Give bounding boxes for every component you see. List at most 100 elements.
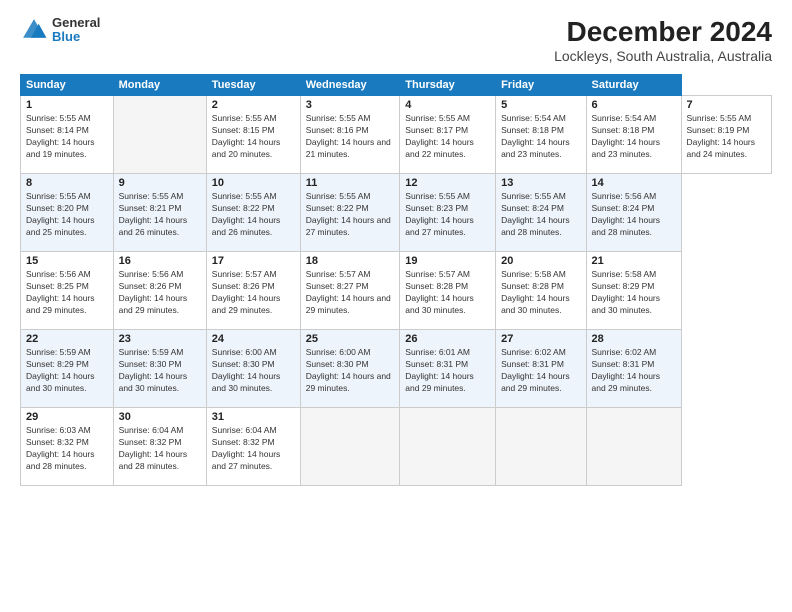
table-row: 6 Sunrise: 5:54 AM Sunset: 8:18 PM Dayli…: [586, 96, 681, 174]
day-info: Sunrise: 5:55 AM Sunset: 8:23 PM Dayligh…: [405, 191, 490, 239]
day-number: 18: [306, 255, 395, 267]
day-number: 12: [405, 177, 490, 189]
table-row: 16 Sunrise: 5:56 AM Sunset: 8:26 PM Dayl…: [113, 252, 206, 330]
table-row: 10 Sunrise: 5:55 AM Sunset: 8:22 PM Dayl…: [206, 174, 300, 252]
logo-general: General: [52, 16, 100, 30]
logo: General Blue: [20, 16, 100, 45]
day-number: 13: [501, 177, 580, 189]
day-number: 10: [212, 177, 295, 189]
table-row: 5 Sunrise: 5:54 AM Sunset: 8:18 PM Dayli…: [496, 96, 586, 174]
day-info: Sunrise: 5:55 AM Sunset: 8:22 PM Dayligh…: [212, 191, 295, 239]
day-number: 19: [405, 255, 490, 267]
day-number: 16: [119, 255, 201, 267]
day-info: Sunrise: 6:04 AM Sunset: 8:32 PM Dayligh…: [212, 425, 295, 473]
calendar-week-row: 29 Sunrise: 6:03 AM Sunset: 8:32 PM Dayl…: [21, 408, 772, 486]
day-info: Sunrise: 5:54 AM Sunset: 8:18 PM Dayligh…: [592, 113, 676, 161]
main-title: December 2024: [554, 16, 772, 48]
title-block: December 2024 Lockleys, South Australia,…: [554, 16, 772, 64]
day-info: Sunrise: 5:58 AM Sunset: 8:29 PM Dayligh…: [592, 269, 676, 317]
day-number: 30: [119, 411, 201, 423]
col-monday: Monday: [113, 75, 206, 96]
day-number: 11: [306, 177, 395, 189]
table-row: 21 Sunrise: 5:58 AM Sunset: 8:29 PM Dayl…: [586, 252, 681, 330]
logo-text: General Blue: [52, 16, 100, 45]
col-thursday: Thursday: [400, 75, 496, 96]
day-number: 26: [405, 333, 490, 345]
day-info: Sunrise: 5:55 AM Sunset: 8:17 PM Dayligh…: [405, 113, 490, 161]
table-row: [586, 408, 681, 486]
table-row: [113, 96, 206, 174]
day-info: Sunrise: 6:02 AM Sunset: 8:31 PM Dayligh…: [592, 347, 676, 395]
day-number: 24: [212, 333, 295, 345]
day-number: 5: [501, 99, 580, 111]
table-row: 18 Sunrise: 5:57 AM Sunset: 8:27 PM Dayl…: [300, 252, 400, 330]
table-row: 1 Sunrise: 5:55 AM Sunset: 8:14 PM Dayli…: [21, 96, 114, 174]
col-tuesday: Tuesday: [206, 75, 300, 96]
day-number: 17: [212, 255, 295, 267]
page: General Blue December 2024 Lockleys, Sou…: [0, 0, 792, 612]
table-row: 4 Sunrise: 5:55 AM Sunset: 8:17 PM Dayli…: [400, 96, 496, 174]
table-row: 26 Sunrise: 6:01 AM Sunset: 8:31 PM Dayl…: [400, 330, 496, 408]
day-info: Sunrise: 5:54 AM Sunset: 8:18 PM Dayligh…: [501, 113, 580, 161]
day-number: 20: [501, 255, 580, 267]
day-info: Sunrise: 5:55 AM Sunset: 8:20 PM Dayligh…: [26, 191, 108, 239]
calendar-week-row: 15 Sunrise: 5:56 AM Sunset: 8:25 PM Dayl…: [21, 252, 772, 330]
table-row: 25 Sunrise: 6:00 AM Sunset: 8:30 PM Dayl…: [300, 330, 400, 408]
table-row: 29 Sunrise: 6:03 AM Sunset: 8:32 PM Dayl…: [21, 408, 114, 486]
day-number: 23: [119, 333, 201, 345]
col-wednesday: Wednesday: [300, 75, 400, 96]
calendar-header-row: Sunday Monday Tuesday Wednesday Thursday…: [21, 75, 772, 96]
day-info: Sunrise: 5:59 AM Sunset: 8:29 PM Dayligh…: [26, 347, 108, 395]
table-row: [400, 408, 496, 486]
table-row: 24 Sunrise: 6:00 AM Sunset: 8:30 PM Dayl…: [206, 330, 300, 408]
day-number: 2: [212, 99, 295, 111]
table-row: 28 Sunrise: 6:02 AM Sunset: 8:31 PM Dayl…: [586, 330, 681, 408]
day-number: 28: [592, 333, 676, 345]
table-row: [300, 408, 400, 486]
day-number: 25: [306, 333, 395, 345]
table-row: 27 Sunrise: 6:02 AM Sunset: 8:31 PM Dayl…: [496, 330, 586, 408]
day-number: 27: [501, 333, 580, 345]
table-row: 15 Sunrise: 5:56 AM Sunset: 8:25 PM Dayl…: [21, 252, 114, 330]
day-info: Sunrise: 5:55 AM Sunset: 8:21 PM Dayligh…: [119, 191, 201, 239]
table-row: 22 Sunrise: 5:59 AM Sunset: 8:29 PM Dayl…: [21, 330, 114, 408]
subtitle: Lockleys, South Australia, Australia: [554, 48, 772, 64]
day-number: 8: [26, 177, 108, 189]
day-info: Sunrise: 6:00 AM Sunset: 8:30 PM Dayligh…: [306, 347, 395, 395]
day-info: Sunrise: 5:55 AM Sunset: 8:14 PM Dayligh…: [26, 113, 108, 161]
day-info: Sunrise: 6:00 AM Sunset: 8:30 PM Dayligh…: [212, 347, 295, 395]
table-row: 23 Sunrise: 5:59 AM Sunset: 8:30 PM Dayl…: [113, 330, 206, 408]
day-info: Sunrise: 6:02 AM Sunset: 8:31 PM Dayligh…: [501, 347, 580, 395]
table-row: 30 Sunrise: 6:04 AM Sunset: 8:32 PM Dayl…: [113, 408, 206, 486]
day-info: Sunrise: 5:55 AM Sunset: 8:16 PM Dayligh…: [306, 113, 395, 161]
day-info: Sunrise: 6:03 AM Sunset: 8:32 PM Dayligh…: [26, 425, 108, 473]
calendar-table: Sunday Monday Tuesday Wednesday Thursday…: [20, 74, 772, 486]
day-number: 14: [592, 177, 676, 189]
logo-icon: [20, 16, 48, 44]
day-info: Sunrise: 6:04 AM Sunset: 8:32 PM Dayligh…: [119, 425, 201, 473]
day-number: 31: [212, 411, 295, 423]
header: General Blue December 2024 Lockleys, Sou…: [20, 16, 772, 64]
logo-blue: Blue: [52, 30, 100, 44]
calendar-week-row: 1 Sunrise: 5:55 AM Sunset: 8:14 PM Dayli…: [21, 96, 772, 174]
day-number: 7: [687, 99, 767, 111]
table-row: 31 Sunrise: 6:04 AM Sunset: 8:32 PM Dayl…: [206, 408, 300, 486]
day-number: 1: [26, 99, 108, 111]
col-saturday: Saturday: [586, 75, 681, 96]
table-row: [496, 408, 586, 486]
calendar-week-row: 8 Sunrise: 5:55 AM Sunset: 8:20 PM Dayli…: [21, 174, 772, 252]
calendar-week-row: 22 Sunrise: 5:59 AM Sunset: 8:29 PM Dayl…: [21, 330, 772, 408]
day-info: Sunrise: 6:01 AM Sunset: 8:31 PM Dayligh…: [405, 347, 490, 395]
day-info: Sunrise: 5:56 AM Sunset: 8:24 PM Dayligh…: [592, 191, 676, 239]
table-row: 8 Sunrise: 5:55 AM Sunset: 8:20 PM Dayli…: [21, 174, 114, 252]
table-row: 7 Sunrise: 5:55 AM Sunset: 8:19 PM Dayli…: [681, 96, 772, 174]
day-info: Sunrise: 5:57 AM Sunset: 8:27 PM Dayligh…: [306, 269, 395, 317]
day-info: Sunrise: 5:56 AM Sunset: 8:25 PM Dayligh…: [26, 269, 108, 317]
table-row: 20 Sunrise: 5:58 AM Sunset: 8:28 PM Dayl…: [496, 252, 586, 330]
day-info: Sunrise: 5:55 AM Sunset: 8:19 PM Dayligh…: [687, 113, 767, 161]
day-info: Sunrise: 5:55 AM Sunset: 8:15 PM Dayligh…: [212, 113, 295, 161]
day-info: Sunrise: 5:58 AM Sunset: 8:28 PM Dayligh…: [501, 269, 580, 317]
table-row: 13 Sunrise: 5:55 AM Sunset: 8:24 PM Dayl…: [496, 174, 586, 252]
day-number: 9: [119, 177, 201, 189]
day-number: 29: [26, 411, 108, 423]
